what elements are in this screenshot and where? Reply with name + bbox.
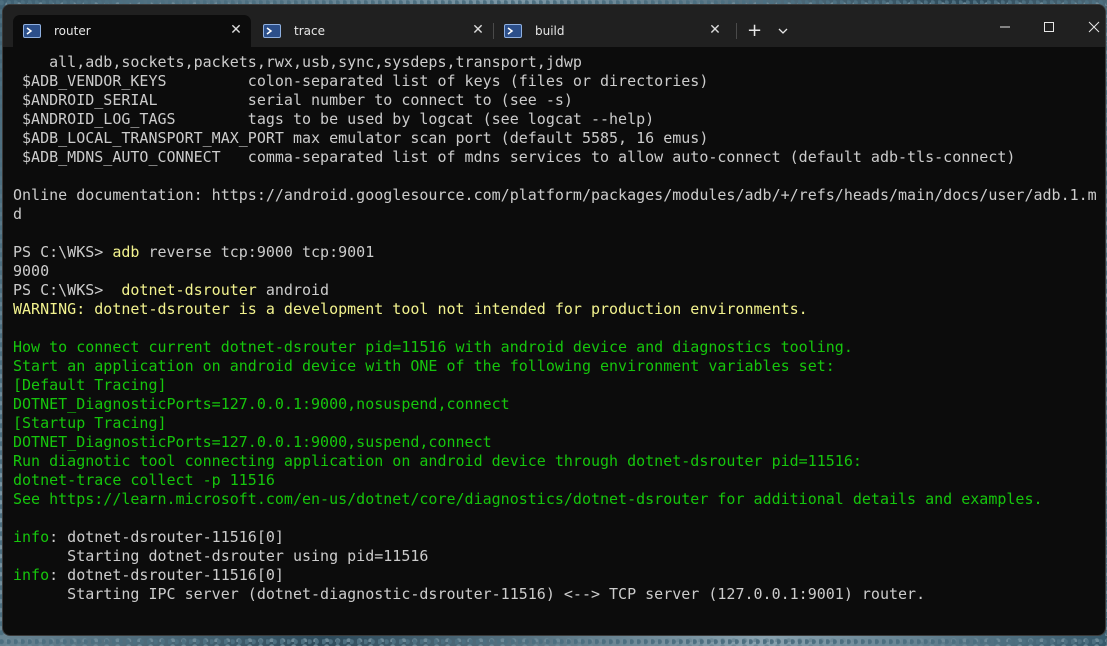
line-text: WARNING: dotnet-dsrouter is a developmen… [13, 300, 808, 318]
close-icon[interactable]: ✕ [708, 23, 722, 37]
close-window-icon[interactable] [1084, 17, 1104, 37]
terminal-line: $ADB_MDNS_AUTO_CONNECT comma-separated l… [13, 148, 1103, 167]
terminal-line: See https://learn.microsoft.com/en-us/do… [13, 490, 1103, 509]
tab-label: router [54, 24, 91, 38]
line-text: $ADB_LOCAL_TRANSPORT_MAX_PORT max emulat… [13, 129, 709, 147]
title-bar: router ✕ trace ✕ build ✕ + [3, 5, 1105, 47]
log-message: : dotnet-dsrouter-11516[0] [49, 566, 284, 584]
line-text: $ANDROID_SERIAL serial number to connect… [13, 91, 573, 109]
command: adb [112, 243, 140, 261]
log-level: info [13, 528, 50, 546]
terminal-line: DOTNET_DiagnosticPorts=127.0.0.1:9000,no… [13, 395, 1103, 414]
tab-divider [736, 23, 737, 39]
terminal-line: $ADB_VENDOR_KEYS colon-separated list of… [13, 72, 1103, 91]
log-message: : dotnet-dsrouter-11516[0] [49, 528, 284, 546]
line-text: Starting dotnet-dsrouter using pid=11516 [13, 547, 429, 565]
terminal-line: Start an application on android device w… [13, 357, 1103, 376]
tab-trace[interactable]: trace ✕ [253, 15, 493, 47]
terminal-line: PS C:\WKS> adb reverse tcp:9000 tcp:9001 [13, 243, 1103, 262]
terminal-line: Online documentation: https://android.go… [13, 186, 1103, 205]
line-text: DOTNET_DiagnosticPorts=127.0.0.1:9000,no… [13, 395, 510, 413]
terminal-line: PS C:\WKS> dotnet-dsrouter android [13, 281, 1103, 300]
terminal-window: router ✕ trace ✕ build ✕ + all,adb,socke… [2, 4, 1106, 636]
terminal-line: Starting IPC server (dotnet-diagnostic-d… [13, 585, 1103, 604]
terminal-line: [Default Tracing] [13, 376, 1103, 395]
line-text: How to connect current dotnet-dsrouter p… [13, 338, 853, 356]
terminal-line: How to connect current dotnet-dsrouter p… [13, 338, 1103, 357]
line-text: [Default Tracing] [13, 376, 167, 394]
line-text: Start an application on android device w… [13, 357, 835, 375]
close-icon[interactable]: ✕ [229, 23, 243, 37]
prompt: PS C:\WKS> [13, 243, 113, 261]
powershell-icon [504, 24, 522, 38]
line-text: 9000 [13, 262, 50, 280]
line-text: Starting IPC server (dotnet-diagnostic-d… [13, 585, 926, 603]
line-text: dotnet-trace collect -p 11516 [13, 471, 275, 489]
terminal-line: info: dotnet-dsrouter-11516[0] [13, 528, 1103, 547]
terminal-line: 9000 [13, 262, 1103, 281]
terminal-line: [Startup Tracing] [13, 414, 1103, 433]
close-icon[interactable]: ✕ [471, 23, 485, 37]
line-text: $ADB_VENDOR_KEYS colon-separated list of… [13, 72, 709, 90]
command: dotnet-dsrouter [121, 281, 257, 299]
command-args: reverse tcp:9000 tcp:9001 [139, 243, 375, 261]
terminal-line: Starting dotnet-dsrouter using pid=11516 [13, 547, 1103, 566]
new-tab-button[interactable]: + [747, 22, 762, 40]
powershell-icon [23, 24, 41, 38]
terminal-line: Run diagnotic tool connecting applicatio… [13, 452, 1103, 471]
prompt: PS C:\WKS> [13, 281, 122, 299]
tab-label: trace [294, 24, 325, 38]
tab-router[interactable]: router ✕ [13, 15, 251, 47]
powershell-icon [263, 24, 281, 38]
line-text: Run diagnotic tool connecting applicatio… [13, 452, 862, 470]
terminal-output[interactable]: all,adb,sockets,packets,rwx,usb,sync,sys… [13, 53, 1103, 604]
terminal-line: $ANDROID_LOG_TAGS tags to be used by log… [13, 110, 1103, 129]
line-text: all,adb,sockets,packets,rwx,usb,sync,sys… [13, 53, 582, 71]
line-text: d [13, 205, 23, 223]
terminal-line: d [13, 205, 1103, 224]
line-text: $ADB_MDNS_AUTO_CONNECT comma-separated l… [13, 148, 1016, 166]
terminal-line: DOTNET_DiagnosticPorts=127.0.0.1:9000,su… [13, 433, 1103, 452]
line-text: $ANDROID_LOG_TAGS tags to be used by log… [13, 110, 655, 128]
tab-label: build [535, 24, 565, 38]
chevron-down-icon[interactable] [778, 24, 788, 38]
log-level: info [13, 566, 50, 584]
terminal-line: $ANDROID_SERIAL serial number to connect… [13, 91, 1103, 110]
terminal-line: WARNING: dotnet-dsrouter is a developmen… [13, 300, 1103, 319]
terminal-line: all,adb,sockets,packets,rwx,usb,sync,sys… [13, 53, 1103, 72]
minimize-icon[interactable] [995, 17, 1015, 37]
line-text: DOTNET_DiagnosticPorts=127.0.0.1:9000,su… [13, 433, 492, 451]
line-text: [Startup Tracing] [13, 414, 167, 432]
command-args: android [256, 281, 330, 299]
tab-build[interactable]: build ✕ [494, 15, 730, 47]
line-text: See https://learn.microsoft.com/en-us/do… [13, 490, 1043, 508]
terminal-line: info: dotnet-dsrouter-11516[0] [13, 566, 1103, 585]
maximize-icon[interactable] [1039, 17, 1059, 37]
line-text: Online documentation: https://android.go… [13, 186, 1097, 204]
terminal-line: dotnet-trace collect -p 11516 [13, 471, 1103, 490]
terminal-line: $ADB_LOCAL_TRANSPORT_MAX_PORT max emulat… [13, 129, 1103, 148]
